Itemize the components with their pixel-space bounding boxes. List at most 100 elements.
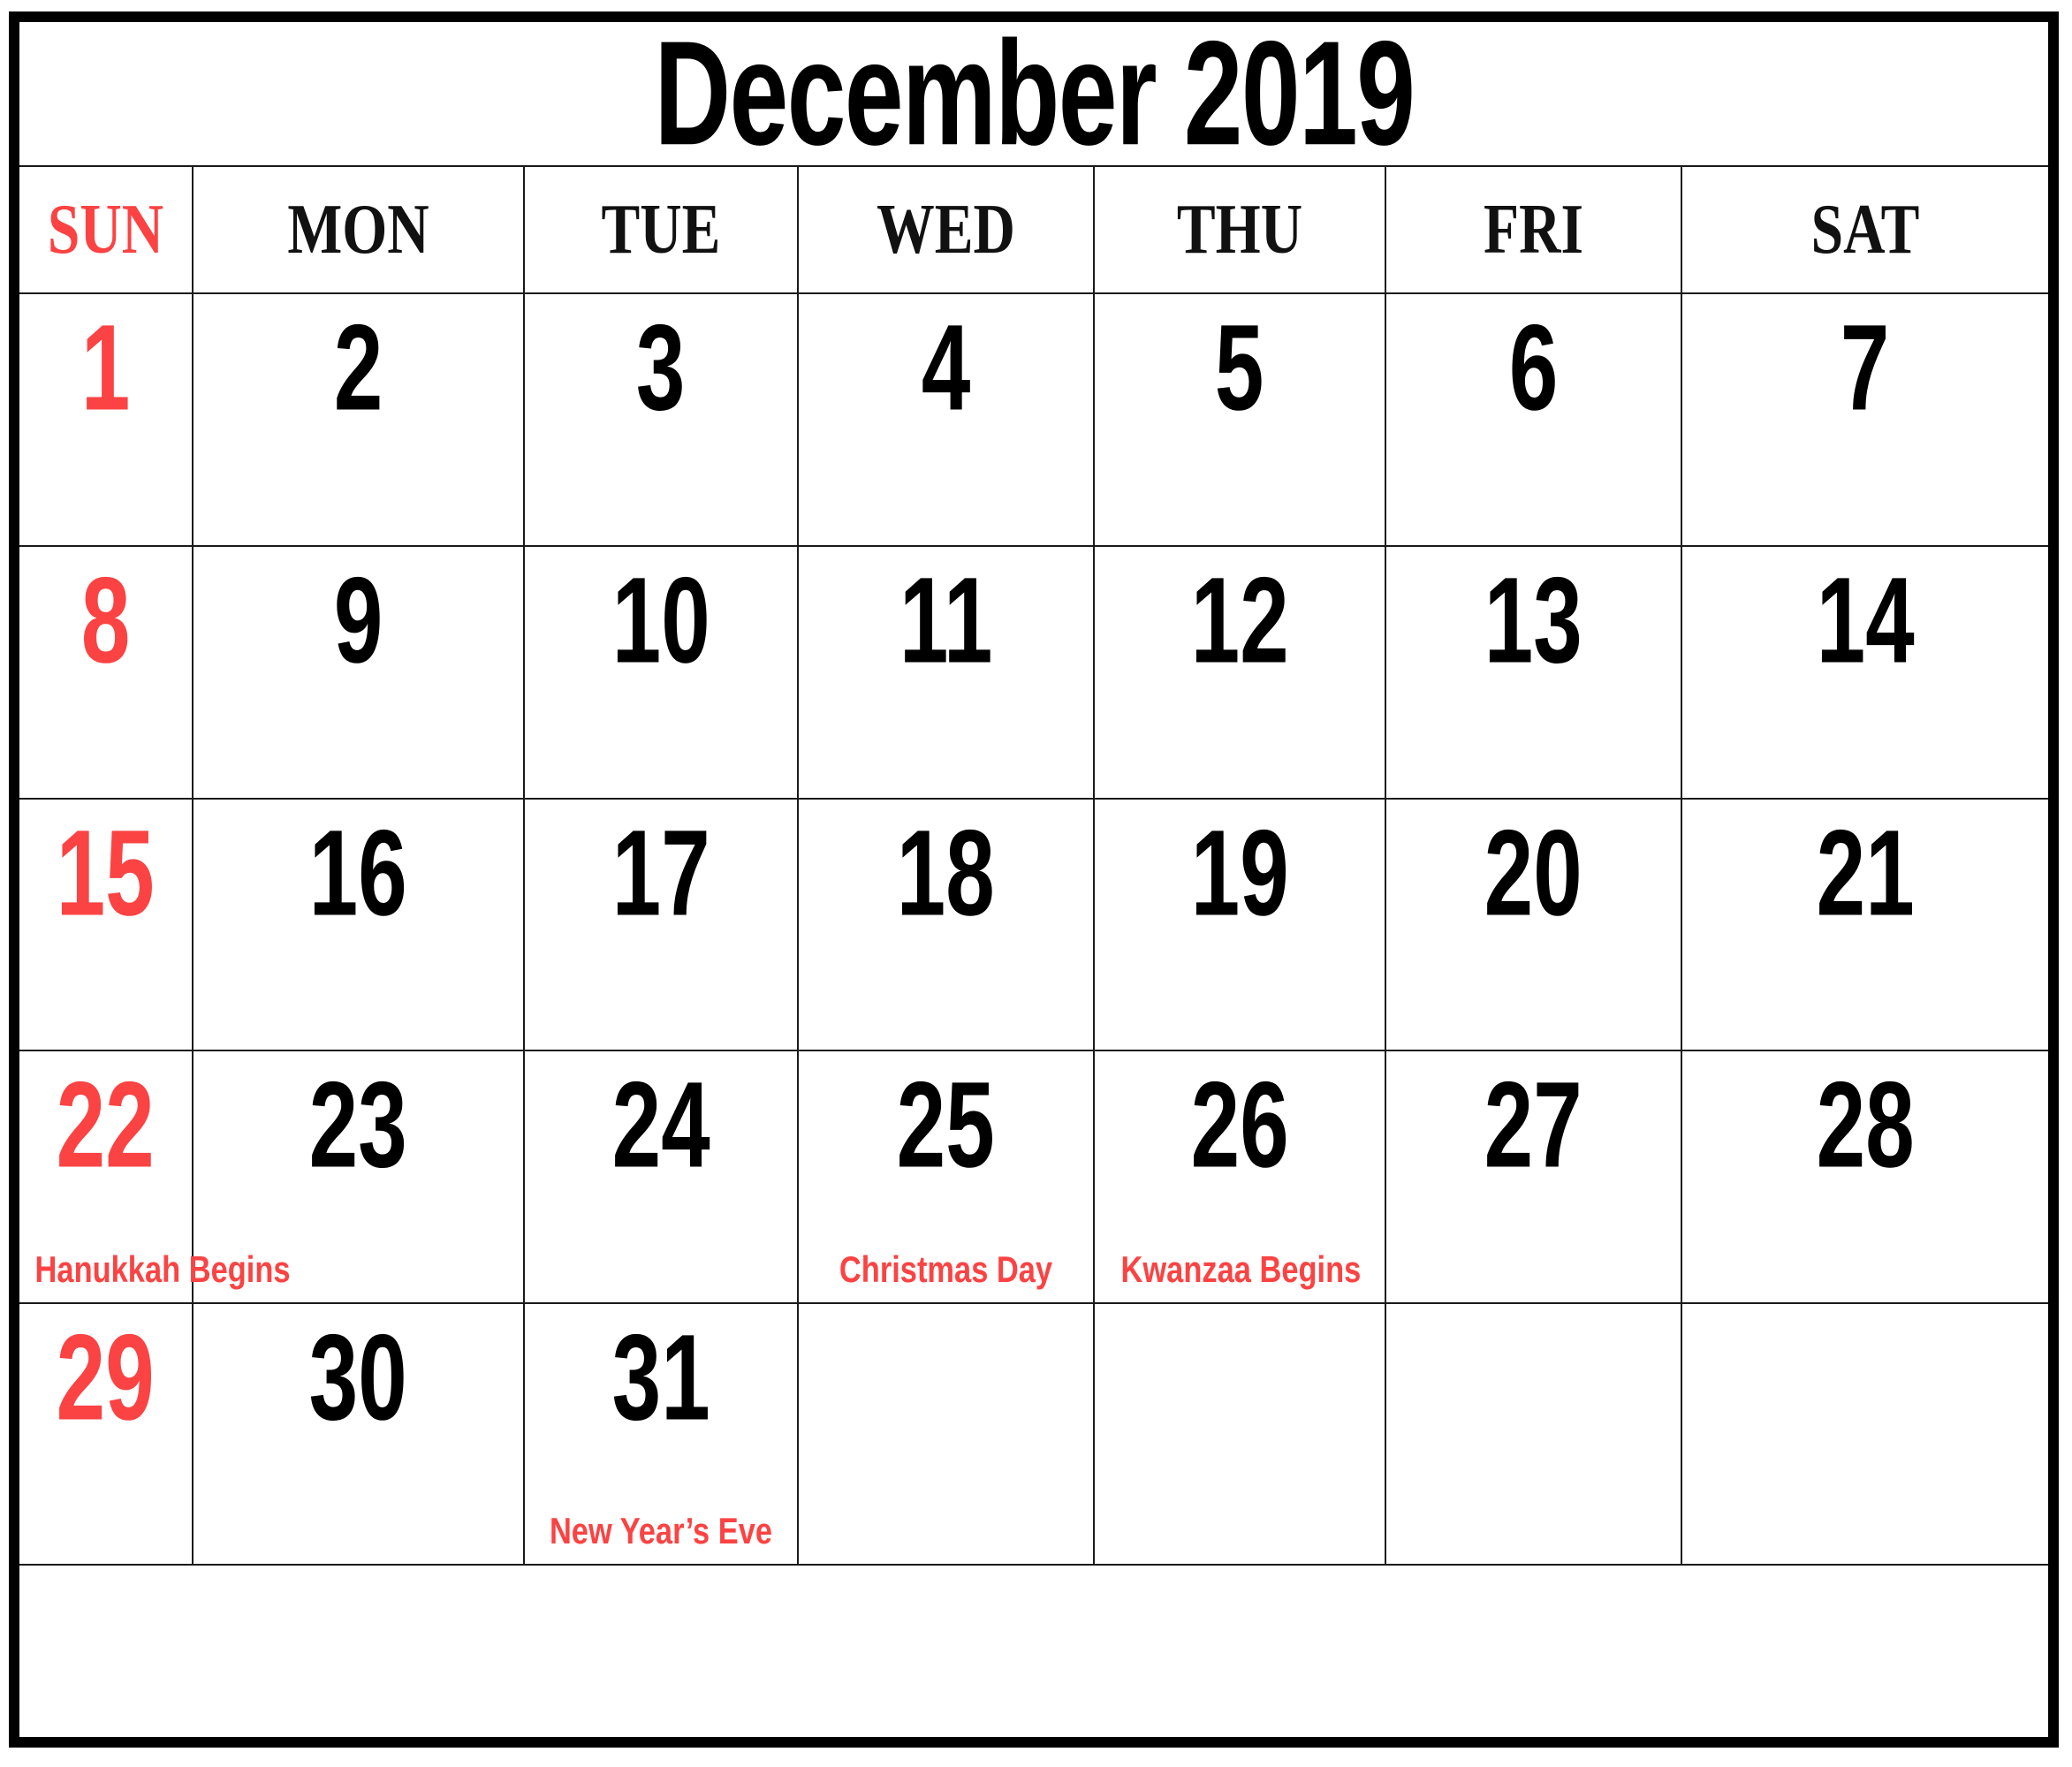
page-title: December 2019	[654, 11, 1415, 177]
day-number: 4	[921, 300, 971, 436]
day-cell-content: 21	[1682, 800, 2048, 1050]
day-number: 21	[1816, 804, 1915, 942]
calendar-day-cell[interactable]: 9	[192, 544, 525, 800]
day-cell-content: 2	[194, 294, 523, 545]
day-cell-content: 1	[19, 294, 192, 545]
calendar-day-cell[interactable]: 19	[1093, 797, 1386, 1052]
calendar-day-cell[interactable]: 2	[192, 292, 525, 547]
day-number: 1	[80, 300, 131, 436]
day-number: 16	[308, 804, 408, 942]
calendar-day-cell[interactable]: 18	[797, 797, 1095, 1052]
day-cell-content	[799, 1304, 1093, 1564]
day-cell-content: 22 Hanukkah Begins	[19, 1051, 291, 1302]
calendar-day-cell[interactable]: 7	[1681, 292, 2048, 547]
calendar-week-row: 29 30 31 New Year’s Eve	[19, 1302, 2048, 1566]
day-cell-content: 28	[1682, 1051, 2048, 1302]
weekday-header-sat: SAT	[1681, 165, 2048, 294]
day-cell-content: 6	[1386, 294, 1681, 545]
calendar-day-cell[interactable]: 13	[1385, 544, 1682, 800]
day-cell-content: 3	[525, 294, 797, 545]
calendar-day-cell[interactable]: 29	[19, 1302, 194, 1566]
day-cell-content	[1386, 1304, 1681, 1564]
day-cell-content: 18	[799, 800, 1093, 1050]
day-cell-content: 9	[194, 547, 523, 798]
day-number: 9	[333, 552, 383, 689]
day-cell-content: 19	[1095, 800, 1385, 1050]
calendar-day-cell[interactable]: 5	[1093, 292, 1386, 547]
day-cell-content: 8	[19, 547, 192, 798]
calendar-day-cell[interactable]: 1	[19, 292, 194, 547]
calendar-day-cell[interactable]	[1385, 1302, 1682, 1566]
day-number: 17	[611, 804, 710, 942]
calendar-day-cell[interactable]: 12	[1093, 544, 1386, 800]
day-cell-content	[1095, 1304, 1385, 1564]
day-cell-content: 4	[799, 294, 1093, 545]
calendar-footer-band	[19, 1566, 2048, 1737]
weekday-label: FRI	[1484, 191, 1583, 269]
weekday-header-tue: TUE	[523, 165, 799, 294]
calendar-week-row: 22 Hanukkah Begins 23 24 25 Christmas Day 26 Kw…	[19, 1050, 2048, 1305]
weekday-label: WED	[877, 191, 1015, 269]
calendar-day-cell[interactable]: 28	[1681, 1050, 2048, 1305]
calendar-day-cell[interactable]: 14	[1681, 544, 2048, 800]
calendar-day-cell[interactable]: 22 Hanukkah Begins	[19, 1050, 291, 1305]
day-number: 23	[308, 1057, 408, 1194]
weekday-header-sun: SUN	[19, 165, 194, 294]
calendar-day-cell[interactable]: 25 Christmas Day	[797, 1050, 1095, 1305]
day-number: 6	[1508, 300, 1559, 436]
calendar-day-cell[interactable]	[1681, 1302, 2048, 1566]
day-number: 24	[611, 1057, 710, 1194]
day-number: 2	[333, 300, 383, 436]
weekday-header-wed: WED	[797, 165, 1095, 294]
day-number: 26	[1190, 1057, 1289, 1194]
day-cell-content: 15	[19, 800, 192, 1050]
calendar-grid: SUN MON TUE WED THU FRI SAT 1 2 3 4 5 6 …	[19, 165, 2048, 1566]
day-cell-content: 12	[1095, 547, 1385, 798]
day-number: 28	[1816, 1057, 1915, 1194]
calendar-day-cell[interactable]: 8	[19, 544, 194, 800]
day-number: 31	[611, 1309, 710, 1446]
day-event-label: Christmas Day	[839, 1248, 1053, 1291]
calendar-day-cell[interactable]: 11	[797, 544, 1095, 800]
calendar-day-cell[interactable]: 20	[1385, 797, 1682, 1052]
calendar-day-cell[interactable]: 21	[1681, 797, 2048, 1052]
calendar-day-cell[interactable]	[797, 1302, 1095, 1566]
weekday-label: TUE	[601, 191, 721, 269]
calendar-day-cell[interactable]: 27	[1385, 1050, 1682, 1305]
day-cell-content: 24	[525, 1051, 797, 1302]
weekday-header-row: SUN MON TUE WED THU FRI SAT	[19, 165, 2048, 294]
calendar-day-cell[interactable]: 23	[192, 1050, 525, 1305]
day-cell-content: 7	[1682, 294, 2048, 545]
weekday-header-thu: THU	[1093, 165, 1386, 294]
calendar-day-cell[interactable]: 10	[523, 544, 799, 800]
day-cell-content: 13	[1386, 547, 1681, 798]
calendar-day-cell[interactable]: 4	[797, 292, 1095, 547]
day-number: 13	[1484, 552, 1583, 689]
day-number: 12	[1190, 552, 1289, 689]
day-cell-content: 26 Kwanzaa Begins	[1095, 1051, 1385, 1302]
day-number: 27	[1484, 1057, 1583, 1194]
day-number: 3	[636, 300, 686, 436]
day-cell-content: 10	[525, 547, 797, 798]
day-number: 5	[1215, 300, 1264, 436]
calendar-day-cell[interactable]	[1093, 1302, 1386, 1566]
weekday-label: SAT	[1810, 191, 1920, 269]
day-cell-content	[1682, 1304, 2048, 1564]
calendar-day-cell[interactable]: 6	[1385, 292, 1682, 547]
calendar-day-cell[interactable]: 26 Kwanzaa Begins	[1093, 1050, 1386, 1305]
calendar-week-row: 1 2 3 4 5 6 7	[19, 292, 2048, 547]
day-number: 14	[1816, 552, 1915, 689]
calendar-day-cell[interactable]: 30	[192, 1302, 525, 1566]
calendar-day-cell[interactable]: 17	[523, 797, 799, 1052]
calendar-day-cell[interactable]: 24	[523, 1050, 799, 1305]
day-number: 18	[896, 804, 996, 942]
calendar-day-cell[interactable]: 3	[523, 292, 799, 547]
calendar-day-cell[interactable]: 31 New Year’s Eve	[523, 1302, 799, 1566]
calendar-day-cell[interactable]: 16	[192, 797, 525, 1052]
day-event-label: Kwanzaa Begins	[1120, 1248, 1362, 1291]
day-cell-content: 31 New Year’s Eve	[525, 1304, 797, 1564]
day-number: 19	[1190, 804, 1289, 942]
day-number: 10	[611, 552, 710, 689]
day-cell-content: 11	[799, 547, 1093, 798]
calendar-day-cell[interactable]: 15	[19, 797, 194, 1052]
